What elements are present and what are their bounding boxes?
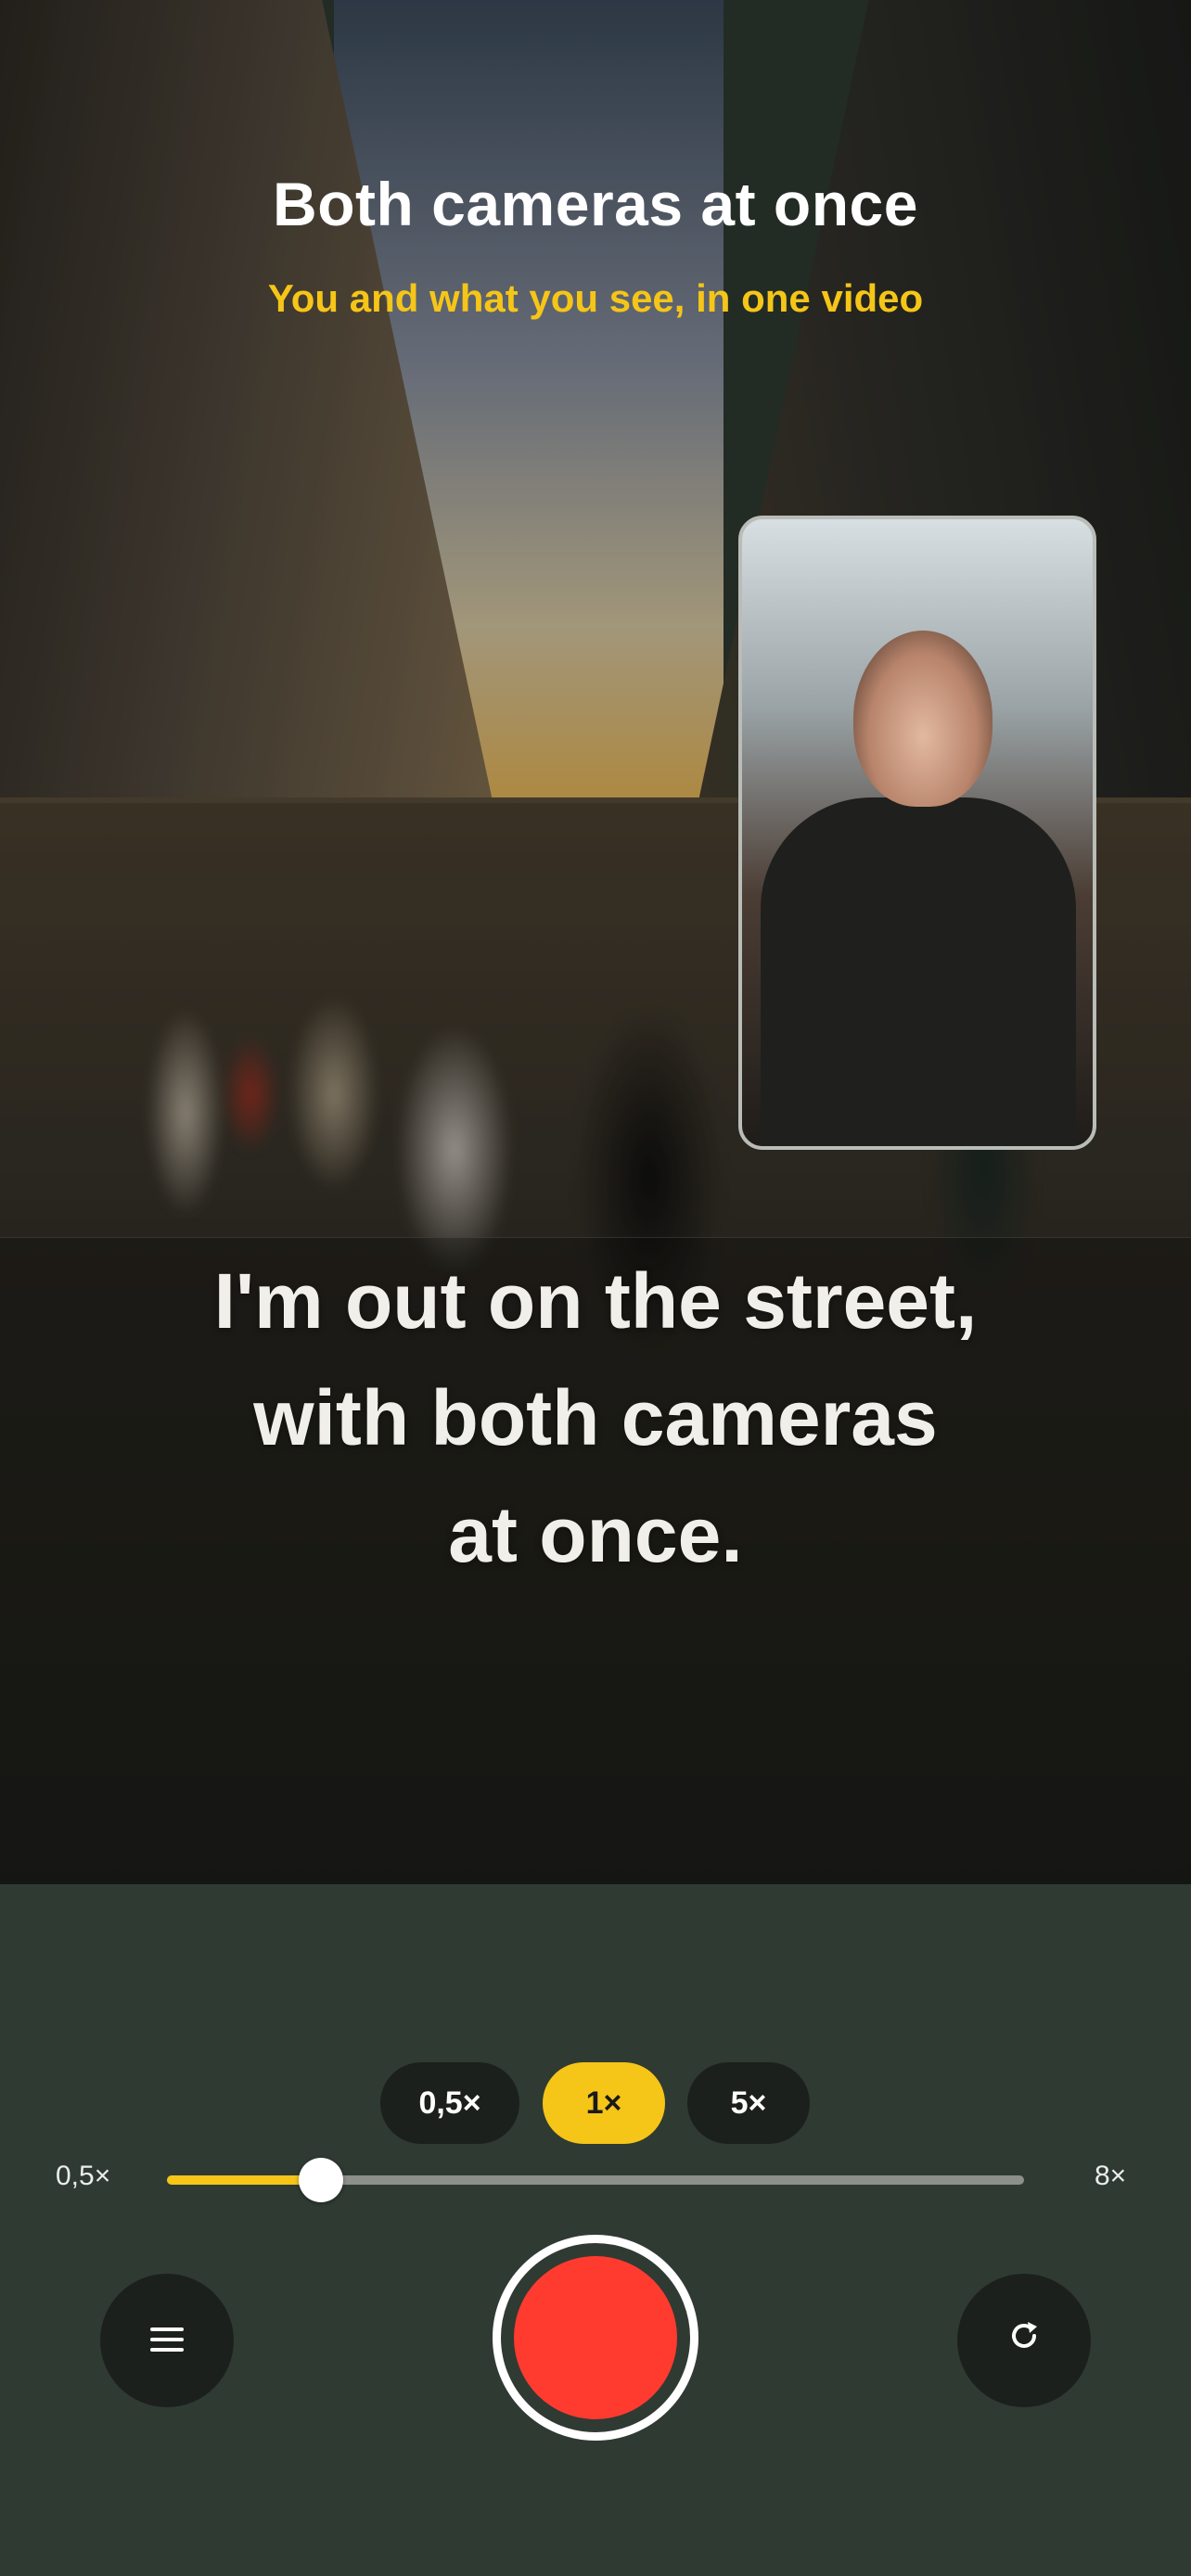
zoom-max-label: 8× [1095, 2161, 1127, 2191]
flip-camera-icon [1005, 2317, 1043, 2365]
zoom-min-label: 0,5× [56, 2161, 111, 2191]
zoom-slider[interactable] [167, 2158, 1024, 2202]
menu-icon [150, 2317, 184, 2364]
live-caption: I'm out on the street, with both cameras… [0, 1243, 1191, 1593]
selfie-head [853, 631, 992, 807]
flip-camera-button[interactable] [957, 2274, 1091, 2407]
zoom-5x-button[interactable]: 5× [687, 2062, 810, 2144]
selfie-body [761, 797, 1076, 1146]
page-subtitle: You and what you see, in one video [267, 276, 924, 320]
zoom-presets: 0,5× 1× 5× [0, 2062, 1191, 2144]
zoom-slider-thumb[interactable] [299, 2158, 344, 2202]
record-button[interactable] [493, 2235, 698, 2441]
page-title: Both cameras at once [273, 170, 918, 238]
zoom-0-5x-button[interactable]: 0,5× [380, 2062, 519, 2144]
menu-button[interactable] [100, 2274, 234, 2407]
caption-line-1: I'm out on the street, [213, 1257, 978, 1345]
front-camera-preview[interactable] [738, 516, 1096, 1150]
caption-line-3: at once. [448, 1491, 743, 1578]
zoom-1x-button[interactable]: 1× [543, 2062, 665, 2144]
record-dot [514, 2256, 677, 2419]
caption-line-2: with both cameras [253, 1374, 938, 1461]
